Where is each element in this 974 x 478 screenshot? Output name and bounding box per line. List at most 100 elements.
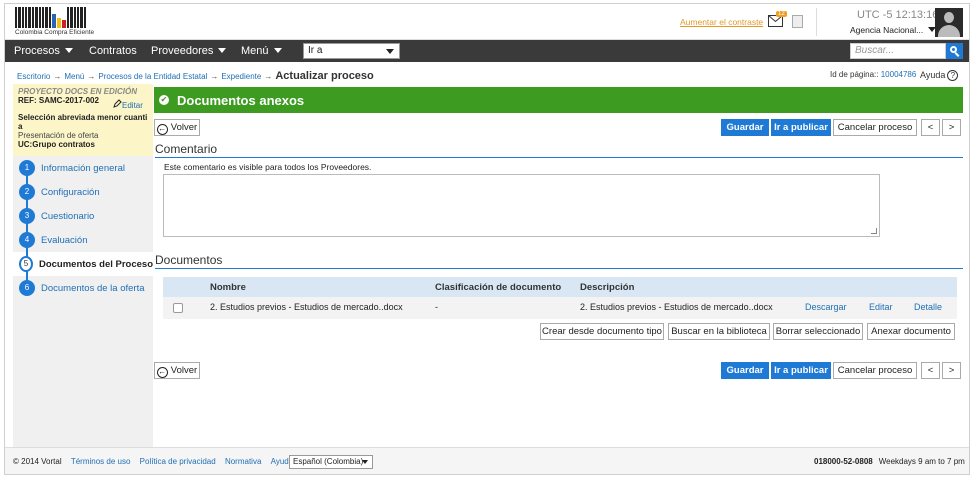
search-library-button[interactable]: Buscar en la biblioteca <box>668 323 770 340</box>
agency-name: Agencia Nacional... <box>850 25 924 35</box>
attach-document-button[interactable]: Anexar documento <box>867 323 955 340</box>
goto-select-value: Ir a <box>308 45 323 56</box>
cancel-process-button[interactable]: Cancelar proceso <box>833 119 917 136</box>
resize-grip-icon[interactable] <box>871 228 877 234</box>
support-info: 018000-52-0808 Weekdays 9 am to 7 pm <box>814 457 965 466</box>
check-icon: ✔ <box>159 95 169 105</box>
prev-button[interactable]: < <box>921 119 940 136</box>
support-phone: 018000-52-0808 <box>814 457 873 466</box>
doc-classification: - <box>435 302 438 312</box>
col-clasificacion[interactable]: Clasificación de documento <box>435 282 561 293</box>
language-select[interactable]: Español (Colombia) <box>289 455 373 469</box>
footer-normativa-link[interactable]: Normativa <box>225 457 261 466</box>
breadcrumb-procesos[interactable]: Procesos de la Entidad Estatal <box>98 72 207 81</box>
nav-menu[interactable]: Menú <box>241 45 282 57</box>
selection-type: Selección abreviada menor cuanti <box>18 113 148 122</box>
comment-textarea[interactable] <box>163 174 880 237</box>
nav-procesos[interactable]: Procesos <box>14 45 73 57</box>
project-summary: PROYECTO DOCS EN EDICIÓN REF: SAMC-2017-… <box>13 84 153 156</box>
chevron-down-icon <box>64 48 73 53</box>
nav-proveedores[interactable]: Proveedores <box>151 45 227 57</box>
breadcrumb: Escritorio → Menú → Procesos de la Entidad E… <box>17 70 374 82</box>
chevron-down-icon <box>386 49 394 54</box>
logo-text: Colombia Compra Eficiente <box>15 29 95 36</box>
page-id-link[interactable]: 10004786 <box>881 70 917 79</box>
next-button[interactable]: > <box>942 119 961 136</box>
main-nav: Procesos Contratos Proveedores Menú Ir a… <box>5 40 969 62</box>
step-documentos-proceso[interactable]: 5 Documentos del Proceso <box>13 252 153 276</box>
contract-unit: UC:Grupo contratos <box>18 140 95 149</box>
publish-button[interactable]: Ir a publicar <box>771 362 831 379</box>
documents-table-header: Nombre Clasificación de documento Descri… <box>163 277 957 297</box>
next-button[interactable]: > <box>942 362 961 379</box>
back-button[interactable]: ← Volver <box>154 362 200 379</box>
footer-links: © 2014 Vortal Términos de uso Política d… <box>13 457 293 466</box>
back-button[interactable]: ← Volver <box>154 119 200 136</box>
support-hours: Weekdays 9 am to 7 pm <box>878 457 965 466</box>
document-icon[interactable] <box>792 15 803 28</box>
back-arrow-icon: ← <box>156 367 168 378</box>
col-descripcion[interactable]: Descripción <box>580 282 634 293</box>
search-input[interactable]: Buscar... <box>850 43 946 59</box>
breadcrumb-menu[interactable]: Menú <box>64 72 84 81</box>
save-button[interactable]: Guardar <box>721 119 769 136</box>
clock: UTC -5 12:13:16 <box>857 9 939 21</box>
colombia-compra-logo[interactable]: Colombia Compra Eficiente <box>15 7 107 37</box>
edit-project-link[interactable]: Editar <box>113 99 143 110</box>
selection-type-cont: a <box>18 122 23 131</box>
process-steps: 1 Información general 2 Configuración 3 Cue… <box>13 156 153 300</box>
mail-icon[interactable]: 12 <box>768 11 787 27</box>
step-informacion-general[interactable]: 1 Información general <box>13 156 153 180</box>
agency-selector[interactable]: Agencia Nacional... <box>850 25 937 35</box>
app-window: Colombia Compra Eficiente Aumentar el co… <box>4 3 970 475</box>
table-row: 2. Estudios previos - Estudios de mercad… <box>163 297 957 319</box>
nav-contratos[interactable]: Contratos <box>89 45 137 57</box>
mail-count-badge: 12 <box>776 11 787 17</box>
chevron-down-icon <box>362 460 368 464</box>
step-cuestionario[interactable]: 3 Cuestionario <box>13 204 153 228</box>
step-configuracion[interactable]: 2 Configuración <box>13 180 153 204</box>
barcode-logo-icon <box>15 7 107 28</box>
user-avatar[interactable] <box>935 8 963 37</box>
pencil-icon <box>113 99 122 108</box>
doc-description: 2. Estudios previos - Estudios de mercad… <box>580 302 773 312</box>
process-sidebar: PROYECTO DOCS EN EDICIÓN REF: SAMC-2017-… <box>13 84 153 447</box>
help-link[interactable]: Ayuda? <box>920 70 959 81</box>
top-header: Colombia Compra Eficiente Aumentar el co… <box>5 4 969 40</box>
section-divider <box>155 157 963 158</box>
comment-note: Este comentario es visible para todos lo… <box>164 162 372 172</box>
section-title-bar: ✔ Documentos anexos <box>154 87 963 113</box>
row-checkbox[interactable] <box>173 303 183 313</box>
detail-link[interactable]: Detalle <box>914 302 942 312</box>
edit-doc-link[interactable]: Editar <box>869 302 893 312</box>
step-documentos-oferta[interactable]: 6 Documentos de la oferta <box>13 276 153 300</box>
footer-terms-link[interactable]: Términos de uso <box>71 457 131 466</box>
step-evaluacion[interactable]: 4 Evaluación <box>13 228 153 252</box>
process-phase: Presentación de oferta <box>18 131 99 140</box>
documents-section-title: Documentos <box>155 253 223 267</box>
section-title: Documentos anexos <box>177 93 305 108</box>
search-button[interactable] <box>946 43 963 59</box>
page-title: Actualizar proceso <box>275 70 374 82</box>
download-link[interactable]: Descargar <box>805 302 847 312</box>
comment-section-title: Comentario <box>155 142 218 156</box>
col-nombre[interactable]: Nombre <box>210 282 246 293</box>
language-value: Español (Colombia) <box>293 457 364 466</box>
footer: © 2014 Vortal Términos de uso Política d… <box>5 447 969 474</box>
header-divider <box>816 8 817 36</box>
project-status: PROYECTO DOCS EN EDICIÓN <box>18 87 137 96</box>
prev-button[interactable]: < <box>921 362 940 379</box>
help-icon: ? <box>947 70 959 81</box>
create-from-template-button[interactable]: Crear desde documento tipo <box>540 323 664 340</box>
section-divider <box>155 268 963 269</box>
save-button[interactable]: Guardar <box>721 362 769 379</box>
cancel-process-button[interactable]: Cancelar proceso <box>833 362 917 379</box>
page-id: Id de página:: 10004786 <box>830 70 917 79</box>
goto-select[interactable]: Ir a <box>303 43 400 59</box>
footer-privacy-link[interactable]: Política de privacidad <box>140 457 216 466</box>
delete-selected-button[interactable]: Borrar seleccionado <box>773 323 863 340</box>
publish-button[interactable]: Ir a publicar <box>771 119 831 136</box>
breadcrumb-escritorio[interactable]: Escritorio <box>17 72 50 81</box>
increase-contrast-link[interactable]: Aumentar el contraste <box>680 17 763 27</box>
breadcrumb-expediente[interactable]: Expediente <box>221 72 261 81</box>
